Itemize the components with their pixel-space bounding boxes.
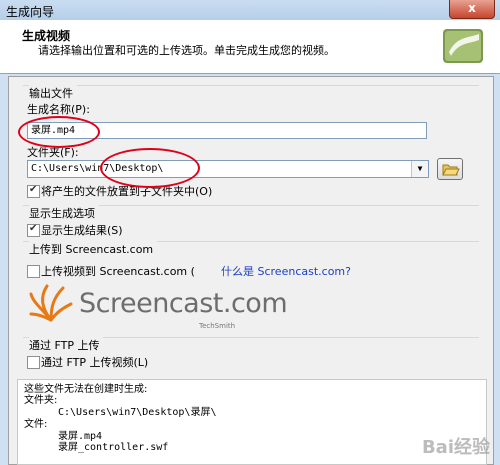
- name-label: 生成名称(P):: [27, 103, 90, 116]
- window-title: 生成向导: [6, 5, 55, 19]
- ftp-upload-label: 通过 FTP 上传视频(L): [41, 356, 149, 369]
- show-results-checkbox[interactable]: [27, 223, 40, 237]
- summary-folder-heading: 文件夹:: [24, 395, 58, 406]
- annotation-circle-folder: [100, 148, 200, 188]
- what-is-screencast-link[interactable]: 什么是 Screencast.com?: [221, 263, 351, 279]
- display-options-group: 显示生成选项 显示生成结果(S): [23, 205, 479, 237]
- ftp-upload-checkbox[interactable]: [27, 356, 40, 369]
- header-subtitle: 请选择输出位置和可选的上传选项。单击完成生成您的视频。: [38, 44, 335, 57]
- display-group-label: 显示生成选项: [29, 205, 99, 221]
- screencast-brand: Screencast.com: [79, 288, 288, 319]
- show-results-label: 显示生成结果(S): [41, 224, 123, 237]
- screencast-logo-icon: [29, 284, 73, 322]
- subfolder-checkbox[interactable]: [27, 184, 40, 198]
- title-bar: 生成向导 x: [0, 0, 500, 20]
- screencast-upload-label: 上传视频到 Screencast.com (: [41, 265, 195, 278]
- summary-files-heading: 文件:: [24, 419, 48, 430]
- ftp-group-label: 通过 FTP 上传: [29, 337, 104, 353]
- techsmith-brand: TechSmith: [199, 322, 236, 330]
- camtasia-logo-icon: [443, 29, 483, 63]
- wizard-header: 生成视频 请选择输出位置和可选的上传选项。单击完成生成您的视频。: [0, 20, 500, 74]
- output-group-label: 输出文件: [29, 85, 77, 101]
- annotation-circle-name: [18, 116, 100, 148]
- watermark: Bai经验: [421, 437, 490, 458]
- summary-panel: 这些文件无法在创建时生成: 文件夹: C:\Users\win7\Desktop…: [17, 379, 487, 465]
- summary-file-mp4: 录屏.mp4: [58, 431, 103, 442]
- summary-file-swf: 录屏_controller.swf: [58, 442, 169, 453]
- summary-line: 这些文件无法在创建时生成:: [24, 384, 148, 395]
- folder-combobox[interactable]: C:\Users\win7\Desktop\ ▼: [27, 160, 429, 178]
- screencast-upload-group: 上传到 Screencast.com 上传视频到 Screencast.com …: [23, 241, 479, 332]
- chevron-down-icon[interactable]: ▼: [411, 161, 428, 177]
- browse-folder-button[interactable]: [437, 158, 463, 180]
- close-button[interactable]: x: [449, 0, 495, 19]
- folder-open-icon: [442, 164, 460, 176]
- upload-group-label: 上传到 Screencast.com: [29, 241, 158, 257]
- ftp-upload-group: 通过 FTP 上传 通过 FTP 上传视频(L): [23, 337, 479, 372]
- output-file-group: 输出文件 生成名称(P): 录屏.mp4 文件夹(F): C:\Users\wi…: [23, 85, 479, 204]
- screencast-upload-checkbox[interactable]: [27, 265, 40, 278]
- summary-folder-path: C:\Users\win7\Desktop\录屏\: [58, 407, 217, 418]
